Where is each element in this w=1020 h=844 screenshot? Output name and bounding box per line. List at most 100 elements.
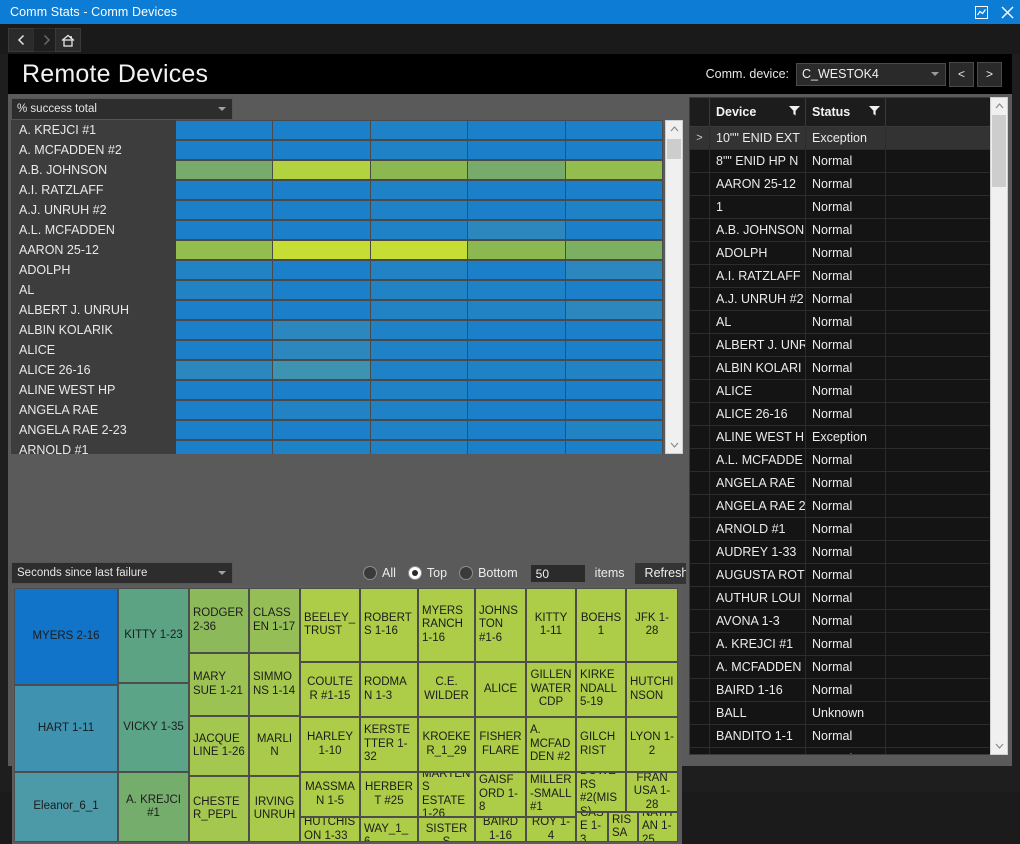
heatmap-row[interactable] (176, 240, 663, 260)
table-row[interactable]: ANGELA RAENormal (690, 472, 993, 495)
heatmap-cell[interactable] (468, 301, 565, 319)
heatmap-cell[interactable] (273, 181, 370, 199)
heatmap-cell[interactable] (468, 361, 565, 379)
heatmap-cell[interactable] (371, 161, 468, 179)
treemap-tile[interactable]: CLASSEN 1-17 (249, 588, 300, 653)
heatmap-cell[interactable] (468, 161, 565, 179)
heatmap-row[interactable] (176, 440, 663, 454)
table-row[interactable]: A. MCFADDENNormal (690, 656, 993, 679)
treemap-tile[interactable]: ROY 1-4 (526, 817, 576, 842)
table-row[interactable]: BALLUnknown (690, 702, 993, 725)
heatmap-cell[interactable] (273, 221, 370, 239)
heatmap-cell[interactable] (371, 301, 468, 319)
grid-header-status[interactable]: Status (806, 98, 886, 126)
back-button[interactable] (8, 28, 34, 52)
heatmap-cell[interactable] (273, 381, 370, 399)
heatmap-cell[interactable] (176, 341, 273, 359)
heatmap-cell[interactable] (176, 121, 273, 139)
heatmap-cell[interactable] (566, 341, 663, 359)
heatmap-row[interactable] (176, 180, 663, 200)
treemap-tile[interactable]: KITTY 1-23 (118, 588, 189, 683)
heatmap-cell[interactable] (273, 301, 370, 319)
table-row[interactable]: 1Normal (690, 196, 993, 219)
table-row[interactable]: ALICE 26-16Normal (690, 403, 993, 426)
heatmap-cell[interactable] (566, 281, 663, 299)
table-row[interactable]: ADOLPHNormal (690, 242, 993, 265)
treemap-tile[interactable]: MARY SUE 1-21 (189, 653, 249, 716)
heatmap-cells[interactable] (176, 120, 663, 454)
heatmap-cell[interactable] (468, 201, 565, 219)
table-row[interactable]: A.I. RATZLAFFNormal (690, 265, 993, 288)
treemap-tile[interactable]: VICKY 1-35 (118, 683, 189, 772)
treemap-tile[interactable]: ROBERTS 1-16 (360, 588, 418, 662)
scroll-up-icon[interactable] (666, 121, 682, 137)
heatmap-cell[interactable] (176, 161, 273, 179)
heatmap-cell[interactable] (371, 341, 468, 359)
heatmap-cell[interactable] (566, 361, 663, 379)
item-count-input[interactable]: 50 (530, 564, 586, 583)
heatmap-cell[interactable] (371, 201, 468, 219)
treemap-metric-dropdown[interactable]: Seconds since last failure (11, 562, 233, 584)
heatmap-cell[interactable] (176, 221, 273, 239)
scrollbar-thumb[interactable] (992, 115, 1006, 187)
treemap-tile[interactable]: DOWERS #2(MISS) (576, 772, 626, 812)
scrollbar-thumb[interactable] (667, 139, 681, 159)
treemap-tile[interactable]: JOHNSTON #1-6 (475, 588, 526, 662)
heatmap-cell[interactable] (371, 361, 468, 379)
radio-top[interactable]: Top (408, 566, 447, 580)
heatmap-cell[interactable] (468, 381, 565, 399)
treemap-tile[interactable]: A. MCFADDEN #2 (526, 717, 576, 772)
heatmap-cell[interactable] (566, 401, 663, 419)
treemap-tile[interactable]: BEELEY_TRUST (300, 588, 360, 662)
heatmap-cell[interactable] (273, 241, 370, 259)
grid-scrollbar[interactable] (990, 97, 1008, 755)
comm-device-prev-button[interactable]: < (949, 62, 974, 87)
treemap-tile[interactable]: MARTENS ESTATE 1-26 (418, 772, 475, 817)
treemap-tile[interactable]: BAIRD 1-16 (475, 817, 526, 842)
heatmap-row[interactable] (176, 260, 663, 280)
heatmap-cell[interactable] (273, 141, 370, 159)
table-row[interactable]: AARON 25-12Normal (690, 173, 993, 196)
treemap-tile[interactable]: Eleanor_6_1 (14, 772, 118, 842)
heatmap-cell[interactable] (176, 261, 273, 279)
treemap-tile[interactable]: HERBERT #25 (360, 772, 418, 817)
heatmap-cell[interactable] (468, 261, 565, 279)
heatmap-cell[interactable] (176, 141, 273, 159)
table-row[interactable]: AUTHUR LOUINormal (690, 587, 993, 610)
heatmap-cell[interactable] (371, 441, 468, 454)
heatmap-cell[interactable] (176, 321, 273, 339)
treemap-tile[interactable]: KROEKER_1_29 (418, 717, 475, 772)
table-row[interactable]: AUDREY 1-33Normal (690, 541, 993, 564)
heatmap-cell[interactable] (566, 121, 663, 139)
heatmap-cell[interactable] (371, 181, 468, 199)
treemap-tile[interactable]: MILLER-SMALL #1 (526, 772, 576, 817)
heatmap-cell[interactable] (176, 421, 273, 439)
table-row[interactable]: ALNormal (690, 311, 993, 334)
treemap-tile[interactable]: IRVING UNRUH (249, 776, 300, 842)
treemap-tile[interactable]: MARLIN (249, 716, 300, 776)
heatmap-cell[interactable] (468, 281, 565, 299)
filter-icon[interactable] (789, 106, 800, 116)
heatmap-cell[interactable] (371, 381, 468, 399)
treemap-tile[interactable]: SIMMONS 1-14 (249, 653, 300, 716)
table-row[interactable]: BANDITO 1-1Normal (690, 725, 993, 748)
heatmap-cell[interactable] (468, 401, 565, 419)
heatmap-row[interactable] (176, 160, 663, 180)
heatmap-cell[interactable] (371, 141, 468, 159)
table-row[interactable]: ALBIN KOLARINormal (690, 357, 993, 380)
heatmap-row[interactable] (176, 320, 663, 340)
heatmap-cell[interactable] (371, 421, 468, 439)
treemap-tile[interactable]: NATHAN 1-25 (638, 812, 678, 842)
heatmap-cell[interactable] (371, 261, 468, 279)
heatmap-cell[interactable] (176, 181, 273, 199)
heatmap-cell[interactable] (566, 321, 663, 339)
table-row[interactable]: A.L. MCFADDENormal (690, 449, 993, 472)
heatmap-row[interactable] (176, 140, 663, 160)
heatmap-metric-dropdown[interactable]: % success total (11, 98, 233, 120)
treemap-tile[interactable]: MYERS 2-16 (14, 588, 118, 685)
treemap-tile[interactable]: JACQUELINE 1-26 (189, 716, 249, 776)
close-icon[interactable] (994, 0, 1020, 24)
treemap-tile[interactable]: KITTY 1-11 (526, 588, 576, 662)
heatmap-cell[interactable] (566, 381, 663, 399)
heatmap-cell[interactable] (176, 381, 273, 399)
